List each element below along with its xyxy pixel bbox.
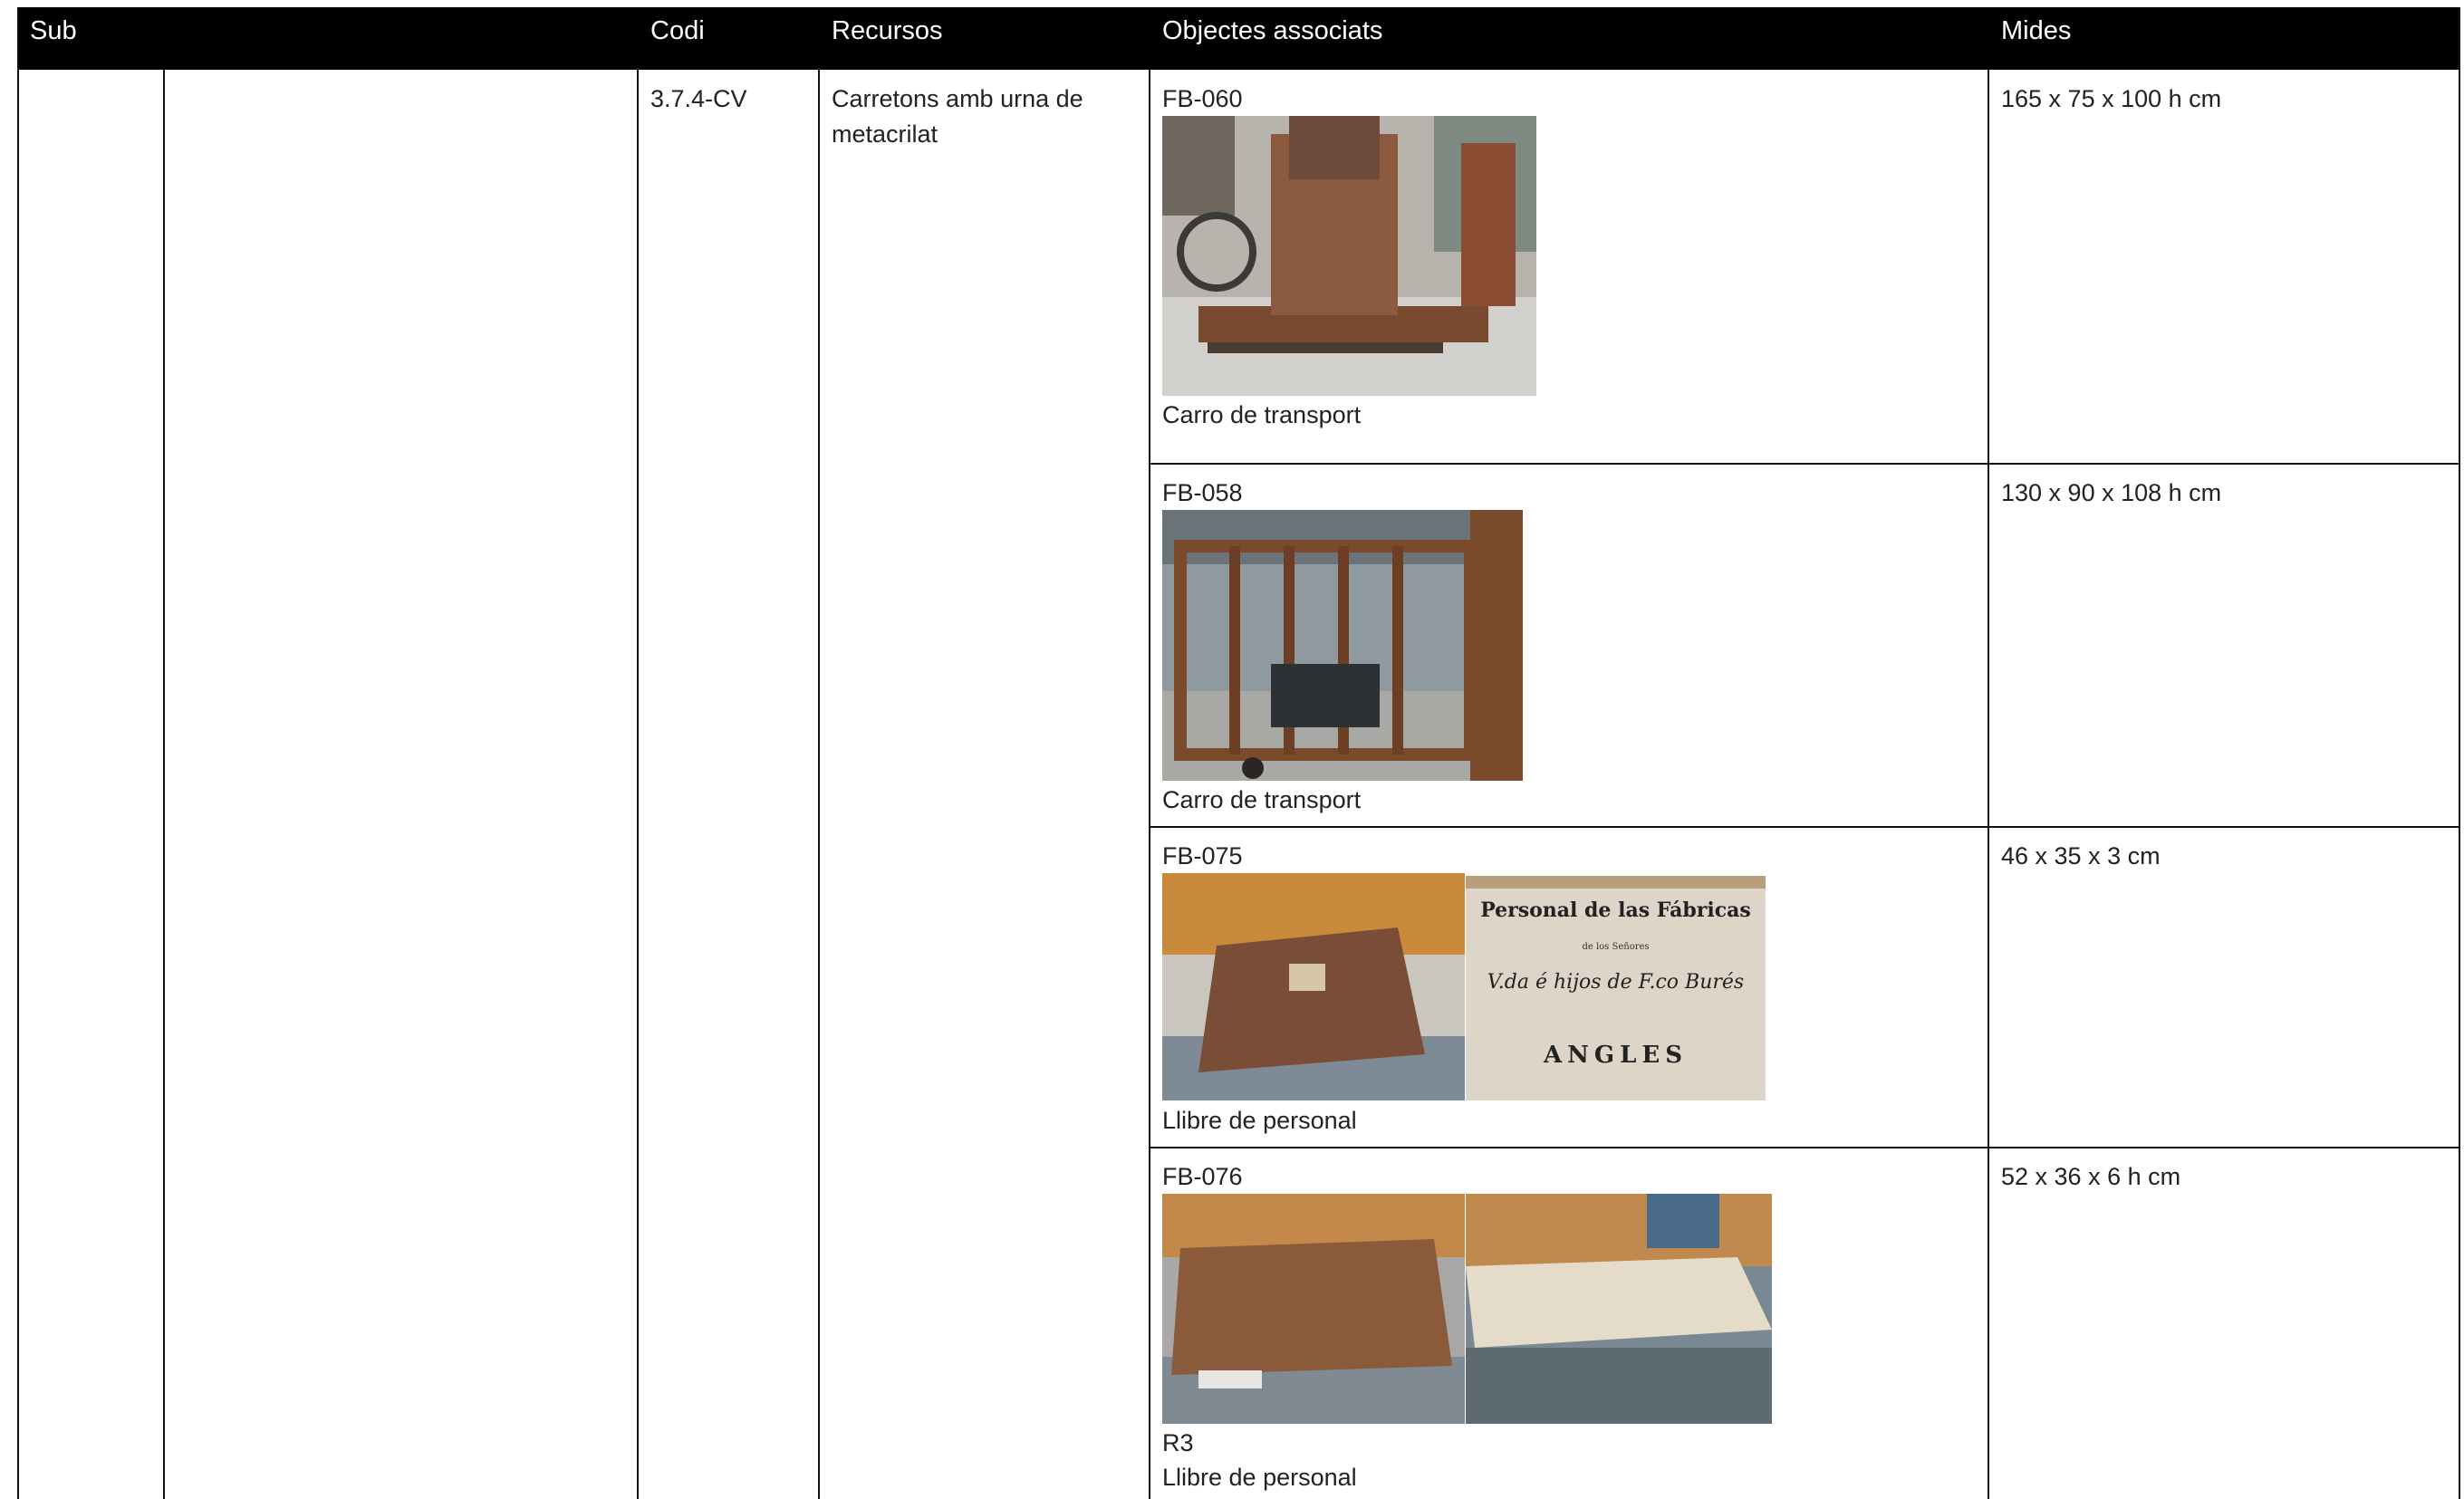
row-divider bbox=[1149, 1147, 2460, 1148]
row-divider bbox=[1149, 826, 2460, 828]
resource-codi: 3.7.4-CV bbox=[650, 85, 747, 112]
book-photo bbox=[1162, 873, 1465, 1100]
book-cover-name: V.da é hijos de F.co Burés bbox=[1487, 971, 1745, 994]
object-code: FB-058 bbox=[1162, 479, 1243, 506]
cart-photo bbox=[1162, 116, 1536, 396]
column-divider bbox=[1149, 70, 1150, 1499]
object-code: FB-060 bbox=[1162, 85, 1243, 112]
object-caption: Llibre de personal bbox=[1162, 1464, 1357, 1491]
book-cover-subtitle: de los Señores bbox=[1582, 942, 1650, 952]
column-divider bbox=[637, 70, 639, 1499]
resource-recursos: Carretons amb urna de metacrilat bbox=[832, 85, 1083, 148]
book-cover-place: ANGLES bbox=[1543, 1042, 1689, 1069]
object-code: FB-075 bbox=[1162, 842, 1243, 870]
book-photo bbox=[1162, 1194, 1465, 1424]
book-cover-title: Personal de las Fábricas bbox=[1480, 898, 1751, 922]
object-mides: 165 x 75 x 100 h cm bbox=[2001, 85, 2222, 112]
column-divider bbox=[1988, 70, 1989, 1499]
object-mides: 52 x 36 x 6 h cm bbox=[2001, 1163, 2181, 1190]
object-caption: Llibre de personal bbox=[1162, 1107, 1357, 1134]
object-code: FB-076 bbox=[1162, 1163, 1243, 1190]
object-mides: 130 x 90 x 108 h cm bbox=[2001, 479, 2222, 506]
object-extra-code: R3 bbox=[1162, 1429, 1194, 1456]
object-caption: Carro de transport bbox=[1162, 786, 1362, 813]
object-mides: 46 x 35 x 3 cm bbox=[2001, 842, 2161, 870]
column-divider bbox=[818, 70, 820, 1499]
row-divider bbox=[1149, 463, 2460, 465]
object-caption: Carro de transport bbox=[1162, 401, 1362, 428]
open-book-photo bbox=[1466, 1194, 1772, 1424]
column-divider bbox=[163, 70, 165, 1499]
cart-photo bbox=[1162, 510, 1523, 781]
